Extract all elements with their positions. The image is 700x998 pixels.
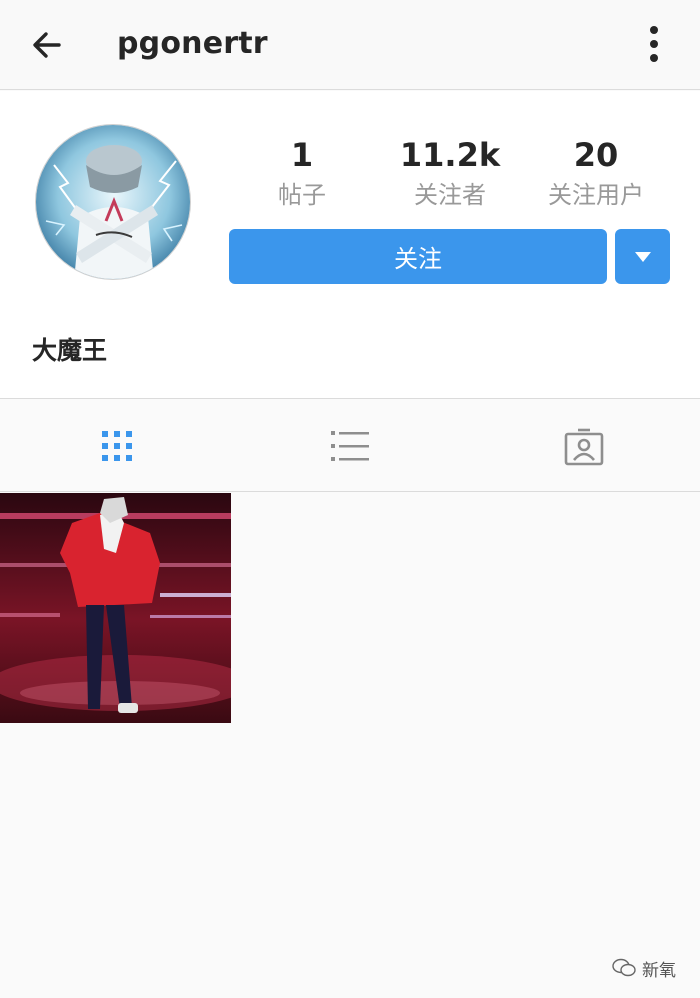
stat-posts[interactable]: 1 帖子 — [232, 135, 372, 213]
profile-view-tabs — [0, 398, 700, 492]
tab-list[interactable] — [327, 423, 373, 469]
wechat-icon — [612, 958, 636, 977]
tab-tagged[interactable] — [561, 423, 607, 469]
stat-followers[interactable]: 11.2k 关注者 — [380, 135, 520, 213]
follow-button[interactable]: 关注 — [229, 229, 607, 284]
post-thumbnail[interactable] — [0, 493, 231, 723]
tab-grid[interactable] — [94, 423, 140, 469]
avatar[interactable] — [35, 124, 191, 280]
post-image — [0, 493, 231, 723]
back-button[interactable] — [26, 24, 68, 66]
following-count: 20 — [573, 136, 619, 174]
stat-following[interactable]: 20 关注用户 — [526, 135, 666, 213]
posts-label: 帖子 — [278, 181, 326, 209]
followers-count: 11.2k — [399, 136, 501, 174]
profile-display-name: 大魔王 — [32, 336, 108, 365]
caret-down-icon — [634, 251, 651, 262]
more-vertical-icon — [650, 26, 658, 62]
following-label: 关注用户 — [548, 181, 644, 209]
followers-label: 关注者 — [414, 181, 486, 209]
watermark: 新氧 — [612, 954, 676, 982]
grid-icon — [102, 431, 132, 461]
watermark-text: 新氧 — [642, 960, 676, 981]
list-icon — [331, 431, 369, 461]
profile-header: 1 帖子 11.2k 关注者 20 关注用户 关注 大魔王 — [0, 91, 700, 398]
avatar-image — [36, 125, 190, 279]
tagged-person-icon — [564, 428, 604, 466]
top-bar: pgonertr — [0, 0, 700, 90]
posts-count: 1 — [290, 136, 314, 174]
more-options-button[interactable] — [632, 20, 676, 68]
arrow-left-icon — [33, 32, 61, 58]
suggestions-dropdown-button[interactable] — [615, 229, 670, 284]
page-title: pgonertr — [117, 26, 268, 61]
